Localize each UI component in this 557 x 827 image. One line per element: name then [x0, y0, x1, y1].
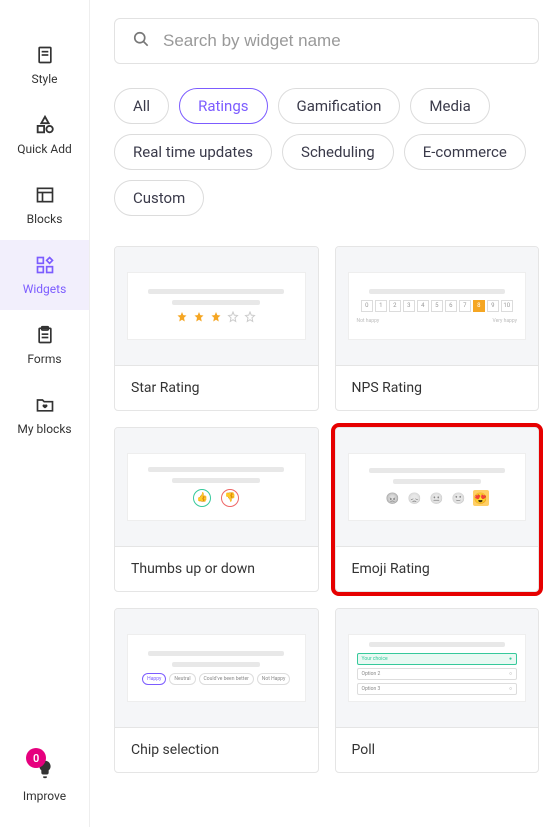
search-input[interactable]	[163, 31, 522, 51]
thumbs-down-icon: 👎	[221, 489, 239, 507]
card-label: Poll	[336, 727, 539, 772]
card-preview: 😡😞😐🙂😍	[336, 428, 539, 546]
filter-gamification[interactable]: Gamification	[278, 88, 401, 124]
card-label: NPS Rating	[336, 365, 539, 410]
folder-heart-icon	[34, 394, 56, 416]
sidebar-item-my-blocks[interactable]: My blocks	[0, 380, 89, 450]
layout-icon	[34, 184, 56, 206]
widget-card-poll[interactable]: Your choice● Option 2○ Option 3○ Poll	[335, 608, 540, 773]
improve-label: Improve	[23, 789, 66, 803]
card-label: Chip selection	[115, 727, 318, 772]
card-preview	[115, 247, 318, 365]
card-preview: Happy Neutral Could've been better Not H…	[115, 609, 318, 727]
card-label: Thumbs up or down	[115, 546, 318, 591]
thumbs-up-icon: 👍	[193, 489, 211, 507]
widget-card-chip-selection[interactable]: Happy Neutral Could've been better Not H…	[114, 608, 319, 773]
widget-grid: Star Rating 012345678910 Not happyVery h…	[114, 246, 539, 773]
clipboard-icon	[34, 324, 56, 346]
widget-card-nps-rating[interactable]: 012345678910 Not happyVery happy NPS Rat…	[335, 246, 540, 411]
sidebar-item-label: Blocks	[27, 212, 63, 226]
widget-card-star-rating[interactable]: Star Rating	[114, 246, 319, 411]
filter-real-time-updates[interactable]: Real time updates	[114, 134, 272, 170]
sidebar-item-label: Quick Add	[17, 142, 72, 156]
widget-card-thumbs[interactable]: 👍 👎 Thumbs up or down	[114, 427, 319, 592]
filter-ratings[interactable]: Ratings	[179, 88, 267, 124]
filter-custom[interactable]: Custom	[114, 180, 204, 216]
sidebar-item-forms[interactable]: Forms	[0, 310, 89, 380]
sidebar: Style Quick Add Blocks Widgets Forms My …	[0, 0, 90, 827]
filter-e-commerce[interactable]: E-commerce	[404, 134, 526, 170]
sidebar-item-label: Widgets	[23, 282, 67, 296]
card-preview: Your choice● Option 2○ Option 3○	[336, 609, 539, 727]
widget-card-emoji-rating[interactable]: 😡😞😐🙂😍 Emoji Rating	[335, 427, 540, 592]
sidebar-item-blocks[interactable]: Blocks	[0, 170, 89, 240]
poll-options: Your choice● Option 2○ Option 3○	[357, 653, 518, 695]
style-icon	[34, 44, 56, 66]
search-container	[114, 18, 539, 64]
filter-pills: All Ratings Gamification Media Real time…	[114, 88, 539, 216]
card-label: Emoji Rating	[336, 546, 539, 591]
sidebar-item-widgets[interactable]: Widgets	[0, 240, 89, 310]
sidebar-item-label: My blocks	[17, 422, 71, 436]
filter-media[interactable]: Media	[410, 88, 489, 124]
widgets-icon	[34, 254, 56, 276]
search-icon	[131, 29, 151, 53]
card-preview: 👍 👎	[115, 428, 318, 546]
sidebar-item-label: Forms	[27, 352, 61, 366]
nps-scale: 012345678910	[361, 300, 513, 312]
star-icons	[176, 311, 256, 323]
emoji-scale: 😡😞😐🙂😍	[385, 490, 489, 506]
sidebar-item-label: Style	[31, 72, 57, 86]
card-preview: 012345678910 Not happyVery happy	[336, 247, 539, 365]
main-panel: All Ratings Gamification Media Real time…	[90, 0, 557, 827]
shapes-icon	[34, 114, 56, 136]
sidebar-item-quick-add[interactable]: Quick Add	[0, 100, 89, 170]
filter-all[interactable]: All	[114, 88, 169, 124]
chip-options: Happy Neutral Could've been better Not H…	[142, 673, 290, 685]
card-label: Star Rating	[115, 365, 318, 410]
sidebar-item-style[interactable]: Style	[0, 30, 89, 100]
sidebar-item-improve[interactable]: 0 Improve	[23, 742, 66, 827]
filter-scheduling[interactable]: Scheduling	[282, 134, 394, 170]
